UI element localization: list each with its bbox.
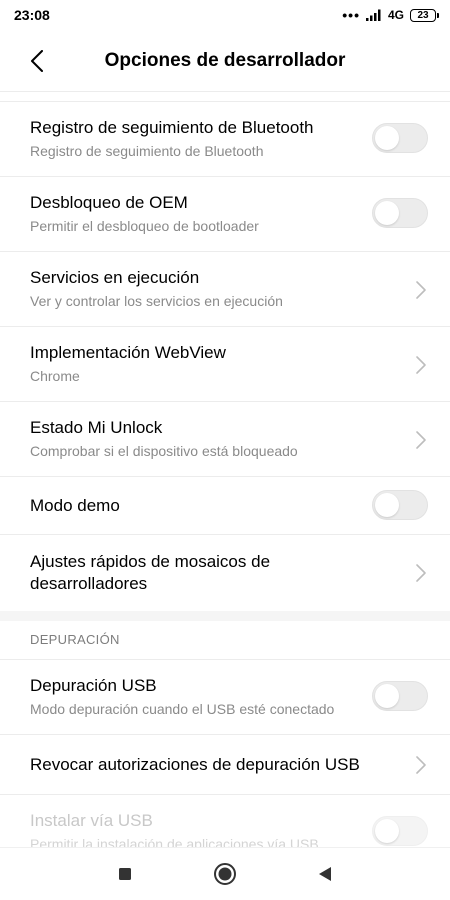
- setting-subtitle: Comprobar si el dispositivo está bloquea…: [30, 443, 298, 459]
- usb-debugging-toggle[interactable]: [372, 681, 428, 711]
- setting-webview[interactable]: Implementación WebView Chrome: [0, 327, 450, 402]
- chevron-right-icon: [416, 756, 426, 774]
- toggle-knob: [375, 201, 399, 225]
- toggle-knob: [375, 684, 399, 708]
- setting-quick-tiles[interactable]: Ajustes rápidos de mosaicos de desarroll…: [0, 535, 450, 611]
- navigation-bar: [0, 847, 450, 900]
- setting-title: Estado Mi Unlock: [30, 418, 163, 437]
- app-header: Opciones de desarrollador: [0, 30, 450, 92]
- chevron-right-icon: [416, 281, 426, 299]
- install-via-usb-toggle[interactable]: [372, 816, 428, 846]
- setting-title: Servicios en ejecución: [30, 268, 200, 287]
- setting-title: Depuración USB: [30, 676, 157, 695]
- setting-title-line2: desarrolladores: [30, 574, 148, 593]
- setting-title: Modo demo: [30, 496, 120, 515]
- setting-revoke-usb-auth[interactable]: Revocar autorizaciones de depuración USB: [0, 735, 450, 795]
- setting-title: Desbloqueo de OEM: [30, 193, 188, 212]
- chevron-right-icon: [416, 431, 426, 449]
- oem-unlock-toggle[interactable]: [372, 198, 428, 228]
- toggle-knob: [375, 819, 399, 843]
- setting-bluetooth-log[interactable]: Registro de seguimiento de Bluetooth Reg…: [0, 102, 450, 177]
- setting-running-services[interactable]: Servicios en ejecución Ver y controlar l…: [0, 252, 450, 327]
- setting-title: Revocar autorizaciones de depuración USB: [30, 755, 360, 774]
- setting-title: Registro de seguimiento de Bluetooth: [30, 118, 314, 137]
- notification-dots-icon: •••: [342, 7, 360, 23]
- setting-subtitle: Registro de seguimiento de Bluetooth: [30, 143, 264, 159]
- list-item-partial: [0, 92, 450, 102]
- setting-subtitle: Chrome: [30, 368, 80, 384]
- demo-mode-toggle[interactable]: [372, 490, 428, 520]
- status-indicators: ••• 4G 23: [342, 7, 439, 23]
- triangle-back-icon: [319, 867, 331, 881]
- setting-mi-unlock[interactable]: Estado Mi Unlock Comprobar si el disposi…: [0, 402, 450, 477]
- setting-subtitle: Ver y controlar los servicios en ejecuci…: [30, 293, 283, 309]
- setting-title: Implementación WebView: [30, 343, 226, 362]
- status-bar: 23:08 ••• 4G 23: [0, 0, 450, 30]
- signal-bars-icon: [365, 9, 381, 21]
- setting-demo-mode[interactable]: Modo demo: [0, 477, 450, 535]
- page-title: Opciones de desarrollador: [104, 49, 346, 71]
- setting-oem-unlock[interactable]: Desbloqueo de OEM Permitir el desbloqueo…: [0, 177, 450, 252]
- square-icon: [119, 868, 131, 880]
- section-header-debugging: DEPURACIÓN: [30, 632, 120, 647]
- setting-subtitle: Modo depuración cuando el USB esté conec…: [30, 701, 335, 717]
- network-type: 4G: [387, 8, 404, 22]
- chevron-right-icon: [416, 564, 426, 582]
- battery-level: 23: [417, 9, 429, 21]
- setting-subtitle: Permitir el desbloqueo de bootloader: [30, 218, 259, 234]
- battery-icon: 23: [410, 8, 439, 22]
- bluetooth-log-toggle[interactable]: [372, 123, 428, 153]
- setting-title-line1: Ajustes rápidos de mosaicos de: [30, 552, 271, 571]
- setting-title: Instalar vía USB: [30, 811, 153, 830]
- toggle-knob: [375, 126, 399, 150]
- setting-install-via-usb[interactable]: Instalar vía USB Permitir la instalación…: [0, 795, 450, 847]
- recents-button[interactable]: [110, 859, 140, 889]
- chevron-left-icon: [31, 50, 43, 72]
- section-divider: [0, 611, 450, 621]
- setting-usb-debugging[interactable]: Depuración USB Modo depuración cuando el…: [0, 660, 450, 735]
- chevron-right-icon: [416, 356, 426, 374]
- setting-subtitle: Permitir la instalación de aplicaciones …: [30, 836, 319, 847]
- circle-home-icon: [214, 863, 236, 885]
- home-button[interactable]: [210, 859, 240, 889]
- toggle-knob: [375, 493, 399, 517]
- status-time: 23:08: [14, 7, 50, 23]
- back-button[interactable]: [22, 46, 52, 76]
- settings-list[interactable]: Registro de seguimiento de Bluetooth Reg…: [0, 92, 450, 847]
- nav-back-button[interactable]: [310, 859, 340, 889]
